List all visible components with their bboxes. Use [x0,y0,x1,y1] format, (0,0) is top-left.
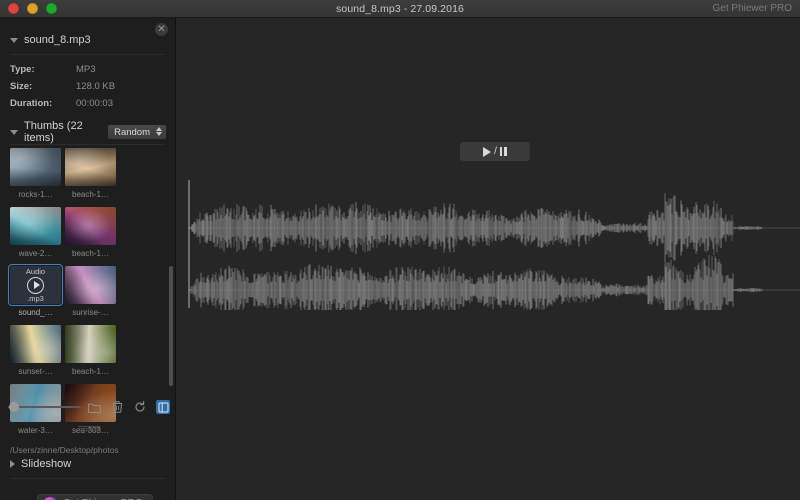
thumbnail-cell[interactable]: beach-1… [65,148,117,199]
phiewer-window: sound_8.mp3 - 27.09.2016 Get Phiewer PRO… [0,0,800,500]
thumbnail-cell[interactable]: beach-1… [65,325,117,376]
thumbnail-caption: sound_… [18,308,53,317]
info-value: 128.0 KB [76,80,116,92]
title-bar: sound_8.mp3 - 27.09.2016 Get Phiewer PRO [0,0,800,18]
thumbnail-caption: water-3… [18,426,53,435]
sort-order-select[interactable]: Random [107,124,167,140]
info-label: Type: [10,63,35,75]
traffic-lights [0,3,70,14]
file-info-header[interactable]: sound_8.mp3 [0,30,175,50]
thumbnail-texture [10,325,61,363]
thumbnail-caption: beach-1… [72,190,109,199]
image-thumbnail[interactable] [65,207,116,245]
slideshow-section: Slideshow [0,454,175,479]
slideshow-title: Slideshow [21,458,72,470]
audio-waveform [188,193,800,310]
divider [10,478,166,479]
image-thumbnail[interactable] [65,148,116,186]
thumbnail-texture [65,207,116,245]
thumbnail-texture [10,148,61,186]
window-title: sound_8.mp3 - 27.09.2016 [336,2,464,15]
chevron-right-icon [10,460,15,468]
waveform-channel-2 [188,254,800,310]
info-row-type: Type: MP3 [10,62,165,76]
chevron-down-icon [10,37,18,43]
info-value: 00:00:03 [76,97,113,109]
play-pause-button[interactable]: / [460,142,530,161]
image-thumbnail[interactable] [65,266,116,304]
thumbnail-texture [10,207,61,245]
thumbnail-caption: rocks-1… [18,190,53,199]
file-info-list: Type: MP3 Size: 128.0 KB Duration: 00:00… [0,55,175,110]
thumbnail-texture [65,266,116,304]
info-label: Size: [10,80,33,92]
chevron-down-icon[interactable] [10,129,18,135]
thumbnail-cell[interactable]: sunrise-… [65,266,117,317]
thumbnail-size-slider[interactable] [8,401,81,413]
minimize-window-icon[interactable] [27,3,38,14]
thumbnail-caption: sunset-… [18,367,53,376]
waveform-channel-1 [188,193,800,263]
play-circle-icon[interactable] [27,276,44,294]
image-thumbnail[interactable] [65,325,116,363]
slideshow-header[interactable]: Slideshow [0,454,175,474]
info-row-size: Size: 128.0 KB [10,79,165,93]
toolbar-icons [87,400,170,414]
play-icon [483,146,492,157]
file-name-title: sound_8.mp3 [24,34,91,46]
info-label: Duration: [10,97,53,109]
folder-icon[interactable] [87,400,101,414]
sidebar-scrollbar[interactable] [169,266,173,386]
thumbnail-texture [65,148,116,186]
resize-grip[interactable] [78,426,100,431]
phiewer-logo-icon [43,496,57,500]
image-thumbnail[interactable] [10,325,61,363]
thumbnail-cell[interactable]: Audio .mp3 sound_… [8,264,63,317]
thumbs-header: Thumbs (22 items) Random [0,120,175,144]
thumbnail-caption: wave-2… [18,249,53,258]
get-pro-button[interactable]: Get Phiewer PRO [37,494,154,500]
get-pro-link[interactable]: Get Phiewer PRO [713,3,792,14]
close-icon[interactable]: ✕ [155,23,168,36]
thumbnail-cell[interactable]: sunset-… [10,325,62,376]
thumbnail-cell[interactable]: beach-1… [65,207,117,258]
pause-icon [499,147,507,156]
thumbnail-caption: sunrise-… [72,308,109,317]
stepper-icon [156,127,162,136]
thumbnail-cell[interactable]: rocks-1… [10,148,62,199]
audio-thumb-top-label: Audio [25,266,46,276]
waveform-view[interactable] [177,180,800,310]
audio-thumbnail[interactable]: Audio .mp3 [8,264,63,306]
close-window-icon[interactable] [8,3,19,14]
sidebar: ✕ sound_8.mp3 Type: MP3 Size: 128.0 KB D… [0,18,176,500]
trash-icon[interactable] [110,400,124,414]
image-thumbnail[interactable] [10,148,61,186]
maximize-window-icon[interactable] [46,3,57,14]
thumbs-toolbar [0,394,175,420]
thumbnail-texture [65,325,116,363]
thumbnail-caption: beach-1… [72,249,109,258]
slider-knob[interactable] [9,402,19,412]
thumbnail-cell[interactable]: wave-2… [10,207,62,258]
image-thumbnail[interactable] [10,207,61,245]
info-value: MP3 [76,63,96,75]
panel-icon[interactable] [156,400,170,414]
play-pause-separator: / [494,146,497,157]
sort-order-value: Random [114,126,150,138]
refresh-icon[interactable] [133,400,147,414]
thumbnail-caption: beach-1… [72,367,109,376]
audio-thumb-bottom-label: .mp3 [27,293,44,303]
info-row-duration: Duration: 00:00:03 [10,96,165,110]
thumbs-title: Thumbs (22 items) [24,120,83,144]
main-content: / [177,18,800,500]
